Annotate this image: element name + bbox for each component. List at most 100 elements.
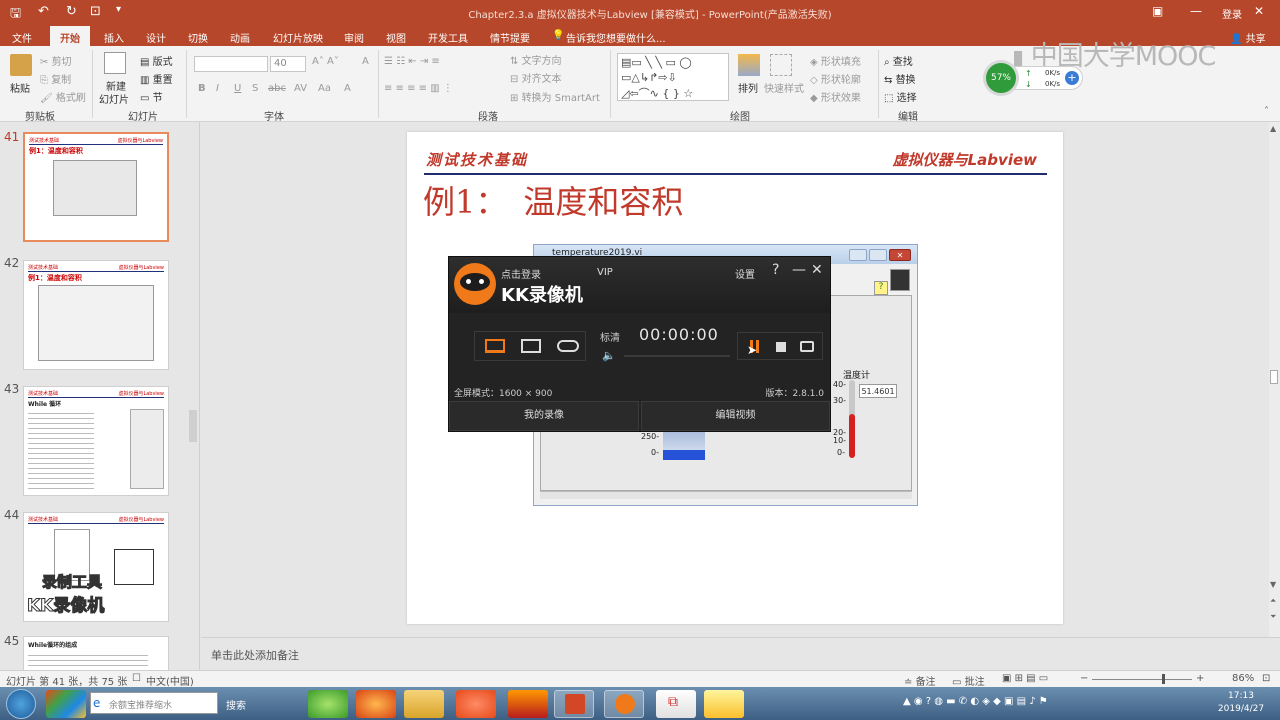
plus-icon[interactable]: + — [1065, 71, 1079, 85]
tab-storyboard[interactable]: 情节提要 — [490, 30, 530, 45]
font-name-field[interactable] — [194, 56, 268, 72]
minimize-icon[interactable]: — — [1190, 4, 1202, 18]
thumbs-scrollbar-thumb[interactable] — [189, 410, 197, 442]
tab-animations[interactable]: 动画 — [230, 30, 250, 45]
kk-help-icon[interactable]: ? — [772, 262, 779, 278]
lv-hscrollbar[interactable] — [540, 491, 912, 499]
section-button[interactable]: ▭ 节 — [140, 89, 163, 104]
kk-login-link[interactable]: 点击登录 — [501, 266, 541, 281]
format-painter-button[interactable]: 🖌 格式刷 — [40, 89, 86, 104]
zoom-in-icon[interactable]: + — [1196, 673, 1204, 684]
shapes-row-icons[interactable]: ◿⇦⌒∿ { } ☆ — [621, 85, 693, 101]
windows-flag-icon[interactable] — [46, 690, 86, 718]
language-indicator[interactable]: 中文(中国) — [146, 673, 194, 688]
labview-icon[interactable] — [704, 690, 744, 718]
thumbnail-slide-41[interactable]: 测试技术基础 虚拟仪器与Labview 例1：温度和容积 — [23, 132, 169, 242]
present-icon[interactable]: ⊡ — [90, 4, 101, 19]
tab-developer[interactable]: 开发工具 — [428, 30, 468, 45]
tray-icons[interactable]: ▲ ◉ ? ◍ ▬ ✆ ◐ ◈ ◆ ▣ ▤ ♪ ⚑ — [903, 696, 1048, 707]
notes-toggle[interactable]: ≐ 备注 — [904, 673, 936, 688]
copy-button[interactable]: ⎘ 复制 — [40, 71, 71, 86]
pdf-reader-icon[interactable]: ⧉ — [656, 690, 696, 718]
tell-me-input[interactable]: 告诉我您想要做什么... — [566, 30, 666, 45]
kk-game-mode-icon[interactable] — [557, 340, 579, 352]
media-player-icon[interactable] — [456, 690, 496, 718]
smartart-button[interactable]: ⊞ 转换为 SmartArt — [510, 89, 600, 104]
file-explorer-icon[interactable] — [404, 690, 444, 718]
find-button[interactable]: ⌕ 查找 — [884, 53, 913, 68]
kk-volume-icon[interactable]: 🔈 — [602, 349, 616, 362]
next-slide-icon[interactable]: ⏷ — [1270, 612, 1276, 622]
fit-slide-icon[interactable]: ⊡ — [1262, 673, 1270, 684]
kk-fullscreen-mode-icon[interactable] — [485, 339, 505, 353]
lv-minimize-icon[interactable] — [849, 249, 867, 261]
select-button[interactable]: ⬚ 选择 — [884, 89, 917, 104]
kk-stop-icon[interactable] — [776, 342, 786, 352]
new-slide-label-2[interactable]: 幻灯片 — [99, 91, 129, 106]
shape-outline-button[interactable]: ◇ 形状轮廓 — [810, 71, 861, 86]
lv-maximize-icon[interactable] — [869, 249, 887, 261]
shapes-row-icons[interactable]: ▭△↳↱⇨⇩ — [621, 71, 677, 84]
kk-region-mode-icon[interactable] — [521, 339, 541, 353]
paste-icon[interactable] — [10, 54, 32, 76]
zoom-slider[interactable] — [1092, 679, 1192, 680]
arrange-label[interactable]: 排列 — [738, 80, 758, 95]
main-scrollbar[interactable]: ▲ ▼ ⏶ ⏷ — [1269, 122, 1280, 637]
text-direction-button[interactable]: ⇅ 文字方向 — [510, 52, 562, 67]
notes-pane[interactable]: 单击此处添加备注 — [201, 637, 1280, 670]
shadow-button[interactable]: S — [252, 83, 258, 94]
tab-review[interactable]: 审阅 — [344, 30, 364, 45]
replace-button[interactable]: ⇆ 替换 — [884, 71, 916, 86]
login-link[interactable]: 登录 — [1222, 6, 1242, 21]
collapse-ribbon-icon[interactable]: ˄ — [1264, 106, 1269, 117]
comments-toggle[interactable]: ▭ 批注 — [952, 673, 985, 688]
shapes-gallery[interactable]: ▤▭ ╲ ╲ ▭ ◯ ▭△↳↱⇨⇩ ◿⇦⌒∿ { } ☆ — [617, 53, 729, 101]
scroll-thumb[interactable] — [1270, 370, 1278, 384]
tab-home[interactable]: 开始 — [50, 26, 90, 46]
paste-button[interactable]: 粘贴 — [10, 80, 30, 95]
firefox-icon[interactable] — [356, 690, 396, 718]
new-slide-icon[interactable] — [104, 52, 126, 74]
kk-settings-link[interactable]: 设置 — [735, 266, 755, 281]
shapes-row-icons[interactable]: ▤▭ ╲ ╲ ▭ ◯ — [621, 56, 692, 69]
taskbar-clock[interactable]: 17:13 2019/4/27 — [1210, 690, 1272, 716]
tab-design[interactable]: 设计 — [146, 30, 166, 45]
tab-view[interactable]: 视图 — [386, 30, 406, 45]
prev-slide-icon[interactable]: ⏶ — [1270, 596, 1276, 606]
ribbon-options-icon[interactable]: ▣ — [1152, 4, 1163, 18]
strikethrough-button[interactable]: abc — [268, 83, 286, 94]
kk-close-icon[interactable]: ✕ — [811, 262, 823, 278]
taskbar-search-input[interactable]: e 余额宝推荐缩水 — [90, 692, 218, 714]
kk-screenshot-icon[interactable] — [800, 341, 814, 352]
align-icons[interactable]: ≡ ≡ ≡ ≡ ▥ ⋮ — [384, 83, 453, 94]
grow-font-icon[interactable]: A˄ A˅ — [312, 56, 339, 67]
quick-styles-icon[interactable] — [770, 54, 792, 76]
close-icon[interactable]: ✕ — [1254, 4, 1264, 18]
360-browser-icon[interactable] — [308, 690, 348, 718]
notes-placeholder[interactable]: 单击此处添加备注 — [211, 647, 299, 663]
tab-transitions[interactable]: 切换 — [188, 30, 208, 45]
kk-vip-link[interactable]: VIP — [597, 267, 613, 278]
bold-button[interactable]: B — [198, 83, 206, 94]
layout-button[interactable]: ▤ 版式 — [140, 53, 173, 68]
thumbnail-slide-44[interactable]: 测试技术基础 虚拟仪器与Labview 录制工具 KK录像机 — [23, 512, 169, 622]
bullets-icon[interactable]: ☰ ☷ ⇤ ⇥ ≡ — [384, 56, 440, 67]
tab-insert[interactable]: 插入 — [104, 30, 124, 45]
lv-close-icon[interactable]: ✕ — [889, 249, 911, 261]
kk-edit-video-button[interactable]: 编辑视频 — [641, 401, 830, 431]
shape-effects-button[interactable]: ◆ 形状效果 — [810, 89, 861, 104]
spellcheck-icon[interactable]: ☐ — [132, 673, 141, 684]
save-icon[interactable]: 🖫 — [10, 4, 21, 26]
scroll-up-icon[interactable]: ▲ — [1270, 124, 1276, 133]
align-text-button[interactable]: ⊟ 对齐文本 — [510, 70, 562, 85]
slide-title[interactable]: 例1： 温度和容积 — [423, 177, 683, 223]
spacing-button[interactable]: AV — [294, 83, 307, 94]
kk-recorder-window[interactable]: 点击登录 KK录像机 VIP 设置 ? — ✕ 标清 🔈 00:00:00 ➤ … — [448, 256, 831, 432]
thumbnail-slide-45[interactable]: While循环的组成 — [23, 636, 169, 670]
lv-help-icon[interactable]: ? — [874, 281, 888, 295]
thumbnail-slide-43[interactable]: 测试技术基础 虚拟仪器与Labview While 循环 — [23, 386, 169, 496]
quick-styles-label[interactable]: 快速样式 — [764, 80, 804, 95]
redo-icon[interactable]: ↻ — [66, 4, 77, 19]
share-button[interactable]: 👤 共享 — [1230, 30, 1266, 45]
zoom-level[interactable]: 86% — [1232, 673, 1254, 684]
